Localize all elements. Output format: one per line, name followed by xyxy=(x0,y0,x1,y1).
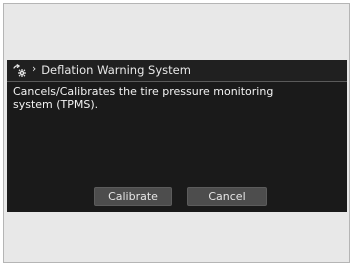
screen-header: › Deflation Warning System xyxy=(7,60,347,82)
calibrate-button[interactable]: Calibrate xyxy=(94,187,172,206)
screen-title: Deflation Warning System xyxy=(41,62,191,77)
breadcrumb-separator-icon: › xyxy=(32,63,37,76)
tpms-description: Cancels/Calibrates the tire pressure mon… xyxy=(13,85,274,111)
settings-gear-icon xyxy=(12,63,28,78)
settings-screen: › Deflation Warning System Cancels/Calib… xyxy=(7,60,347,212)
cancel-button[interactable]: Cancel xyxy=(187,187,267,206)
